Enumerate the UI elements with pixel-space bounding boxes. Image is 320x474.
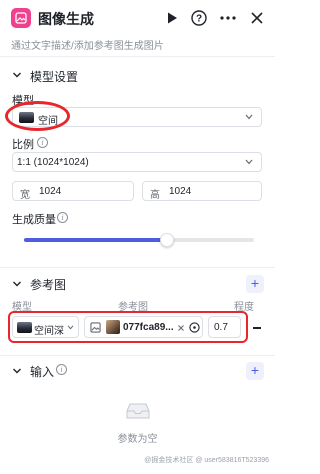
quality-slider-handle[interactable] — [159, 233, 174, 247]
panel-header: 图像生成 ? — [0, 0, 275, 36]
page-title: 图像生成 — [38, 11, 94, 27]
quality-label: 生成质量 — [12, 214, 56, 226]
image-generation-app-icon — [11, 8, 31, 28]
width-label: 宽 — [20, 190, 30, 201]
chevron-down-icon — [245, 114, 253, 120]
width-field[interactable]: 宽 1024 — [12, 181, 134, 201]
info-icon: i — [37, 137, 48, 148]
divider — [0, 355, 275, 356]
quality-slider-fill — [24, 238, 167, 242]
width-value: 1024 — [39, 186, 62, 197]
image-icon — [15, 12, 27, 24]
help-button[interactable]: ? — [189, 8, 209, 28]
remove-reference-button[interactable] — [253, 327, 261, 329]
height-field[interactable]: 高 1024 — [142, 181, 262, 201]
section-title-reference: 参考图 — [30, 278, 67, 292]
height-value: 1024 — [169, 186, 192, 197]
chevron-down-icon[interactable] — [12, 279, 22, 289]
info-icon: i — [57, 212, 68, 223]
chevron-down-icon — [245, 159, 253, 165]
run-button[interactable] — [162, 8, 182, 28]
empty-state-text: 参数为空 — [117, 434, 158, 445]
add-input-button[interactable]: + — [246, 362, 264, 380]
add-reference-button[interactable]: + — [246, 275, 264, 293]
info-icon: i — [56, 364, 67, 375]
panel-description: 通过文字描述/添加参考图生成图片 — [11, 41, 164, 52]
quality-slider[interactable] — [24, 233, 254, 247]
divider — [0, 267, 275, 268]
ratio-select-value: 1:1 (1024*1024) — [17, 157, 89, 168]
more-button[interactable] — [218, 8, 238, 28]
ratio-label: 比例 — [12, 139, 34, 151]
help-icon: ? — [191, 10, 207, 26]
divider — [0, 56, 275, 57]
image-generation-panel: 图像生成 ? 通过文字描述/添加参考图生成图片 模型设置 模型 空间 比例 i … — [0, 0, 275, 474]
play-icon — [167, 12, 177, 24]
chevron-down-icon[interactable] — [12, 366, 22, 376]
ratio-select[interactable]: 1:1 (1024*1024) — [12, 152, 262, 172]
section-title-input: 输入 — [30, 365, 55, 379]
section-title-model-settings: 模型设置 — [30, 70, 79, 84]
chevron-down-icon[interactable] — [12, 70, 22, 80]
more-icon — [220, 16, 236, 20]
close-button[interactable] — [247, 8, 267, 28]
watermark: @掘金技术社区 @ user583816T523396 — [144, 457, 269, 464]
empty-box-icon — [126, 403, 150, 419]
svg-text:?: ? — [196, 14, 202, 25]
height-label: 高 — [150, 190, 160, 201]
model-highlight-ring — [5, 101, 70, 131]
close-icon — [251, 12, 263, 24]
reference-highlight-box — [8, 311, 248, 343]
